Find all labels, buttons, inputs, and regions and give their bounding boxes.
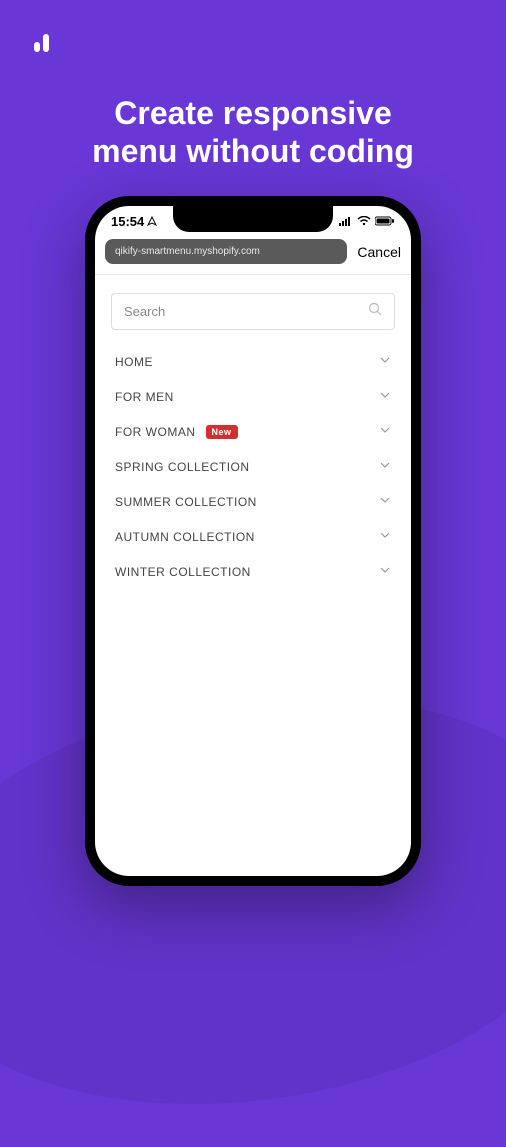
marketing-headline: Create responsive menu without coding (0, 0, 506, 171)
menu-item[interactable]: WINTER COLLECTION (111, 554, 395, 589)
chevron-down-icon (379, 459, 391, 474)
signal-icon (339, 214, 353, 229)
cancel-button[interactable]: Cancel (357, 244, 401, 260)
url-field[interactable]: qikify-smartmenu.myshopify.com (105, 239, 347, 264)
chevron-down-icon (379, 494, 391, 509)
phone-notch (173, 206, 333, 232)
menu-item[interactable]: FOR MEN (111, 379, 395, 414)
menu-item-label: FOR MEN (115, 390, 174, 404)
menu-item-label: AUTUMN COLLECTION (115, 530, 255, 544)
search-input[interactable] (124, 304, 368, 319)
chevron-down-icon (379, 529, 391, 544)
menu-item-label: WINTER COLLECTION (115, 565, 251, 579)
phone-screen: 15:54 qikify-smartmenu.myshopify.com Can (95, 206, 411, 876)
battery-icon (375, 214, 395, 229)
chevron-down-icon (379, 389, 391, 404)
brand-logo (32, 32, 52, 57)
wifi-icon (357, 214, 371, 229)
chevron-down-icon (379, 564, 391, 579)
page-content: HOME FOR MEN FOR WOMAN New SPRING COLLECTION… (95, 275, 411, 607)
browser-address-bar: qikify-smartmenu.myshopify.com Cancel (95, 233, 411, 275)
chevron-down-icon (379, 354, 391, 369)
chevron-down-icon (379, 424, 391, 439)
phone-frame: 15:54 qikify-smartmenu.myshopify.com Can (85, 196, 421, 886)
headline-line-1: Create responsive (114, 95, 391, 131)
menu-item-label: SUMMER COLLECTION (115, 495, 257, 509)
menu-item[interactable]: FOR WOMAN New (111, 414, 395, 449)
headline-line-2: menu without coding (92, 133, 414, 169)
status-time: 15:54 (111, 214, 144, 229)
location-icon (147, 214, 157, 229)
menu-list: HOME FOR MEN FOR WOMAN New SPRING COLLECTION… (111, 344, 395, 589)
menu-item-label: SPRING COLLECTION (115, 460, 250, 474)
menu-item-label: FOR WOMAN (115, 425, 196, 439)
search-icon (368, 302, 382, 321)
new-badge: New (206, 425, 238, 439)
search-box[interactable] (111, 293, 395, 330)
menu-item[interactable]: SPRING COLLECTION (111, 449, 395, 484)
menu-item[interactable]: AUTUMN COLLECTION (111, 519, 395, 554)
menu-item[interactable]: SUMMER COLLECTION (111, 484, 395, 519)
menu-item-label: HOME (115, 355, 153, 369)
menu-item[interactable]: HOME (111, 344, 395, 379)
